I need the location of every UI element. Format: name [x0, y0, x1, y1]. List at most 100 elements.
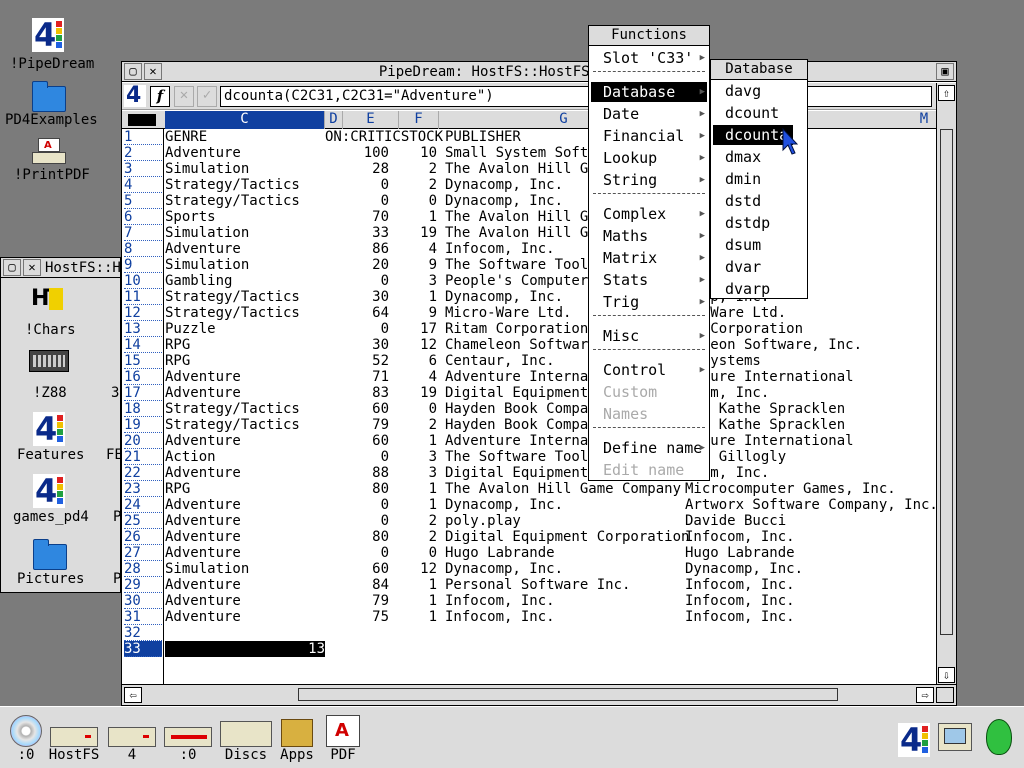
developer-cell[interactable]: and Kathe Spracklen — [685, 417, 935, 433]
genre-cell[interactable]: Adventure — [165, 609, 325, 625]
functions-menu-item[interactable]: Database ▶ — [591, 82, 707, 102]
genre-cell[interactable]: Action — [165, 449, 325, 465]
genre-cell[interactable]: Puzzle — [165, 321, 325, 337]
column-header-f[interactable]: F — [399, 111, 439, 129]
close-icon[interactable]: ✕ — [144, 63, 162, 80]
floppy-drive-icon[interactable] — [164, 727, 212, 747]
horizontal-scrollbar[interactable]: ⇦ ⇨ — [122, 684, 956, 705]
critic-cell[interactable]: 0 — [325, 273, 389, 289]
critic-cell[interactable]: 88 — [325, 465, 389, 481]
critic-cell[interactable]: 0 — [325, 321, 389, 337]
developer-cell[interactable]: enture International — [685, 369, 935, 385]
row-number[interactable]: 11 — [124, 289, 162, 305]
genre-cell[interactable]: Adventure — [165, 433, 325, 449]
genre-cell[interactable]: RPG — [165, 337, 325, 353]
critic-cell[interactable]: 79 — [325, 593, 389, 609]
functions-menu-item[interactable]: Matrix ▶ — [591, 248, 707, 268]
publisher-cell[interactable]: Hugo Labrande — [445, 545, 685, 561]
stock-cell[interactable]: 1 — [391, 289, 437, 305]
developer-cell[interactable]: Artworx Software Company, Inc. — [685, 497, 935, 513]
functions-menu-item[interactable]: Lookup ▶ — [591, 148, 707, 168]
row-number[interactable]: 13 — [124, 321, 162, 337]
printer-icon[interactable]: A — [32, 138, 66, 166]
stock-cell[interactable]: 4 — [391, 241, 437, 257]
row-number[interactable]: 2 — [124, 145, 162, 161]
vertical-scrollbar[interactable]: ⇧ ⇩ — [936, 83, 956, 685]
window-title-bar[interactable]: ▢ ✕ PipeDream: HostFS::HostFS.$.Apps.Doc… — [122, 62, 956, 82]
genre-cell[interactable]: RPG — [165, 481, 325, 497]
row-number[interactable]: 5 — [124, 193, 162, 209]
critic-cell[interactable]: 0 — [325, 177, 389, 193]
ram-drive-icon[interactable] — [108, 727, 156, 747]
genre-cell[interactable]: Strategy/Tactics — [165, 305, 325, 321]
row-number[interactable]: 24 — [124, 497, 162, 513]
spreadsheet-grid[interactable]: GENRE ON:CRITICSTOCK PUBLISHER Adventure 100… — [165, 129, 935, 685]
database-menu-item[interactable]: dstd — [713, 191, 805, 211]
horizontal-scroll-thumb[interactable] — [298, 688, 838, 701]
database-menu-item[interactable]: dmin — [713, 169, 805, 189]
header-cell-genre[interactable]: GENRE — [165, 129, 325, 145]
stock-cell[interactable]: 2 — [391, 513, 437, 529]
genre-cell[interactable]: Adventure — [165, 369, 325, 385]
z88-app-icon[interactable] — [29, 350, 69, 372]
row-number[interactable]: 4 — [124, 177, 162, 193]
stock-cell[interactable]: 0 — [391, 545, 437, 561]
back-button[interactable]: ▢ — [3, 259, 21, 276]
critic-cell[interactable]: 60 — [325, 401, 389, 417]
critic-cell[interactable]: 60 — [325, 433, 389, 449]
scroll-right-icon[interactable]: ⇨ — [916, 687, 934, 703]
chars-app-icon[interactable]: Ҥ — [31, 286, 67, 320]
row-number[interactable]: 12 — [124, 305, 162, 321]
developer-cell[interactable]: Infocom, Inc. — [685, 593, 935, 609]
critic-cell[interactable]: 100 — [325, 145, 389, 161]
critic-cell[interactable]: 33 — [325, 225, 389, 241]
pdf-icon[interactable]: A — [326, 715, 360, 747]
genre-cell[interactable]: Sports — [165, 209, 325, 225]
critic-cell[interactable]: 0 — [325, 545, 389, 561]
functions-menu-item[interactable]: Stats ▶ — [591, 270, 707, 290]
row-number[interactable]: 31 — [124, 609, 162, 625]
publisher-cell[interactable]: Dynacomp, Inc. — [445, 561, 685, 577]
functions-menu-item[interactable]: Date ▶ — [591, 104, 707, 124]
row-number[interactable]: 21 — [124, 449, 162, 465]
stock-cell[interactable]: 12 — [391, 561, 437, 577]
critic-cell[interactable]: 0 — [325, 449, 389, 465]
database-menu-item[interactable]: dcounta — [713, 125, 793, 145]
critic-cell[interactable]: 64 — [325, 305, 389, 321]
critic-cell[interactable]: 0 — [325, 497, 389, 513]
developer-cell[interactable]: am Corporation — [685, 321, 935, 337]
genre-cell[interactable]: Adventure — [165, 593, 325, 609]
stock-cell[interactable]: 2 — [391, 529, 437, 545]
stock-cell[interactable]: 12 — [391, 337, 437, 353]
stock-cell[interactable]: 6 — [391, 353, 437, 369]
scroll-up-icon[interactable]: ⇧ — [938, 85, 955, 101]
stock-cell[interactable]: 17 — [391, 321, 437, 337]
database-submenu[interactable]: Database davg dcount dcounta dmax dmin dstd ds… — [710, 59, 808, 299]
publisher-cell[interactable]: The Avalon Hill Game Company — [445, 481, 685, 497]
publisher-cell[interactable]: Digital Equipment Corporation — [445, 529, 689, 545]
genre-cell[interactable]: Adventure — [165, 385, 325, 401]
genre-cell[interactable]: RPG — [165, 353, 325, 369]
developer-cell[interactable]: Microcomputer Games, Inc. — [685, 481, 935, 497]
developer-cell[interactable]: enture International — [685, 433, 935, 449]
stock-cell[interactable]: 1 — [391, 609, 437, 625]
functions-menu-item[interactable]: Financial ▶ — [591, 126, 707, 146]
critic-cell[interactable]: 84 — [325, 577, 389, 593]
critic-cell[interactable]: 79 — [325, 417, 389, 433]
developer-cell[interactable]: Hugo Labrande — [685, 545, 935, 561]
formula-input[interactable]: dcounta(C2C31,C2C31="Adventure") — [220, 86, 932, 107]
publisher-cell[interactable]: Infocom, Inc. — [445, 593, 685, 609]
critic-cell[interactable]: 80 — [325, 529, 389, 545]
genre-cell[interactable]: Adventure — [165, 145, 325, 161]
scroll-left-icon[interactable]: ⇦ — [124, 687, 142, 703]
critic-cell[interactable]: 28 — [325, 161, 389, 177]
critic-cell[interactable]: 20 — [325, 257, 389, 273]
stock-cell[interactable]: 1 — [391, 481, 437, 497]
developer-cell[interactable]: meleon Software, Inc. — [685, 337, 935, 353]
hostfs-drive-icon[interactable] — [50, 727, 98, 747]
row-number[interactable]: 6 — [124, 209, 162, 225]
functions-menu-item[interactable]: Misc ▶ — [591, 326, 707, 346]
critic-cell[interactable]: 83 — [325, 385, 389, 401]
vertical-scroll-thumb[interactable] — [940, 129, 953, 635]
row-number[interactable]: 17 — [124, 385, 162, 401]
